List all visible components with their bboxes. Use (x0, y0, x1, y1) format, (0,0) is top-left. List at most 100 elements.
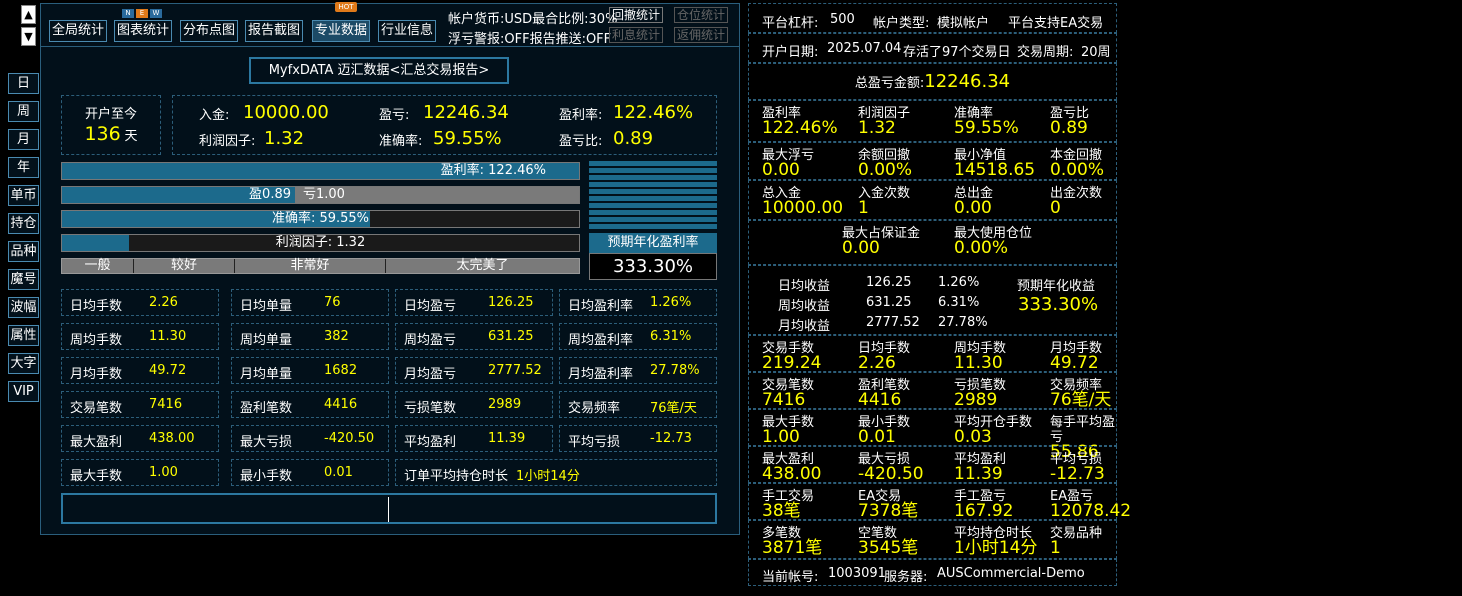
sidebar-properties-button[interactable]: 属性 (8, 325, 39, 346)
stat-value: 1.26% (650, 295, 692, 310)
metric-cell: 周均手数 11.30 (954, 341, 1006, 373)
stat-value: 631.25 (488, 329, 534, 344)
scroll-up-button[interactable]: ▲ (21, 5, 36, 24)
stat-value: 27.78% (650, 363, 700, 378)
nav-distribution-chart-button[interactable]: 分布点图 (180, 20, 238, 42)
metric-value: 122.46% (762, 118, 838, 138)
profit-factor-bar: 利润因子: 1.32 (61, 234, 580, 252)
nav-report-screenshot-button[interactable]: 报告截图 (245, 20, 303, 42)
stat-value: 1.00 (149, 465, 178, 480)
stack-segment (589, 210, 717, 215)
stat-cell: 最小手数 0.01 (231, 459, 389, 486)
stat-cell: 日均盈亏 126.25 (395, 289, 553, 316)
stat-cell: 交易笔数 7416 (61, 391, 219, 418)
sidebar-day-button[interactable]: 日 (8, 73, 39, 94)
stat-value: 7416 (149, 397, 183, 412)
stat-cell: 日均盈利率 1.26% (559, 289, 717, 316)
position-stats-link[interactable]: 仓位统计 (674, 7, 729, 23)
metric-value: 0.00% (1050, 160, 1105, 180)
stack-segment (589, 182, 717, 187)
metric-value: 1.00 (762, 427, 800, 447)
stat-value: 1682 (324, 363, 358, 378)
metric-cell: 平均盈利 11.39 (954, 452, 1006, 483)
stat-label: 周均手数 (70, 333, 123, 348)
metric-cell: 最小净值 14518.65 (954, 148, 1035, 179)
rebate-stats-link[interactable]: 返佣统计 (674, 27, 729, 43)
metric-cell: 平均开仓手数 0.03 (954, 415, 1032, 446)
sidebar-volatility-button[interactable]: 波幅 (8, 297, 39, 318)
stat-label: 平均亏损 (568, 435, 621, 450)
metric-cell: 交易品种 1 (1050, 526, 1102, 557)
days-unit: 天 (124, 129, 138, 144)
metric-cell: 最大手数 1.00 (762, 415, 814, 447)
stat-value: 0.01 (324, 465, 353, 480)
metric-cell: 盈利笔数 4416 (858, 378, 910, 409)
profit-factor-label: 利润因子: (199, 134, 256, 149)
rating-scale: 一般 较好 非常好 太完美了 (61, 258, 580, 274)
metric-cell: 最小手数 0.01 (858, 415, 910, 446)
stat-label: 最大亏损 (240, 435, 293, 450)
stack-segment (589, 189, 717, 194)
metric-cell: 入金次数 1 (858, 186, 910, 218)
stat-label: 周均盈亏 (404, 333, 457, 348)
metric-value: 11.30 (954, 353, 1003, 373)
win-loss-bar: 盈0.89 亏1.00 (61, 186, 580, 204)
metric-value: 2.26 (858, 353, 896, 373)
metric-value: 1.32 (858, 118, 896, 138)
metric-value: 10000.00 (762, 198, 844, 218)
roi-value: 122.46% (613, 102, 694, 123)
stat-label: 日均单量 (240, 299, 293, 314)
metric-value: 2989 (954, 390, 998, 410)
right-g9-box: 手工交易 38笔 EA交易 7378笔 手工盈亏 167.92 EA盈亏 12078.42 (748, 483, 1131, 521)
metric-value: 12078.42 (1050, 501, 1132, 521)
stat-cell: 平均亏损 -12.73 (559, 425, 717, 452)
metric-label: 每手平均盈亏 (1050, 415, 1116, 445)
stat-value: 4416 (324, 397, 358, 412)
report-title: MyfxDATA 迈汇数据<汇总交易报告> (249, 57, 509, 84)
metric-value: 76笔/天 (1050, 390, 1112, 410)
nav-industry-info-button[interactable]: 行业信息 (378, 20, 436, 42)
sidebar-week-button[interactable]: 周 (8, 101, 39, 122)
sidebar-vip-button[interactable]: VIP (8, 381, 39, 402)
stat-value: 2989 (488, 397, 522, 412)
sidebar-year-button[interactable]: 年 (8, 157, 39, 178)
account-row: 当前帐号: 1003091 服务器: AUSCommercial-Demo (748, 559, 1117, 586)
sidebar-symbols-button[interactable]: 品种 (8, 241, 39, 262)
stat-value: 438.00 (149, 431, 195, 446)
drawdown-stats-link[interactable]: 回撤统计 (609, 7, 664, 23)
profit-value: 12246.34 (423, 102, 509, 123)
metric-value: 167.92 (954, 501, 1014, 521)
stack-segment (589, 217, 717, 222)
stat-label: 日均盈亏 (404, 299, 457, 314)
nav-pro-data-button[interactable]: 专业数据 (312, 20, 370, 42)
nav-chart-stats-button[interactable]: 图表统计 (114, 20, 172, 42)
interest-stats-link[interactable]: 利息统计 (609, 27, 664, 43)
metric-cell: EA盈亏 12078.42 (1050, 489, 1132, 521)
metric-value: 49.72 (1050, 353, 1099, 373)
stat-cell: 最大手数 1.00 (61, 459, 219, 486)
metric-value: 1 (858, 198, 869, 218)
income-value: 2777.52 (866, 315, 920, 330)
sidebar-large-font-button[interactable]: 大字 (8, 353, 39, 374)
sidebar-single-currency-button[interactable]: 单币 (8, 185, 39, 206)
sidebar-month-button[interactable]: 月 (8, 129, 39, 150)
scroll-down-button[interactable]: ▼ (21, 27, 36, 46)
metric-value: 3545笔 (858, 538, 919, 558)
annual-value: 333.30% (589, 253, 717, 280)
metric-value: 38笔 (762, 501, 801, 521)
stat-cell: 周均单量 382 (231, 323, 389, 350)
metric-value: 0.00% (858, 160, 913, 180)
sidebar-positions-button[interactable]: 持仓 (8, 213, 39, 234)
nav-global-stats-button[interactable]: 全局统计 (49, 20, 107, 42)
sidebar-magic-button[interactable]: 魔号 (8, 269, 39, 290)
stat-cell: 最大亏损 -420.50 (231, 425, 389, 452)
stat-value: 11.30 (149, 329, 187, 344)
bottom-input-box[interactable] (61, 493, 717, 524)
stat-label: 周均单量 (240, 333, 293, 348)
hot-badge: HOT (335, 2, 357, 12)
stat-cell: 周均盈亏 631.25 (395, 323, 553, 350)
stat-label: 月均手数 (70, 367, 123, 382)
right-g8-box: 最大盈利 438.00 最大亏损 -420.50 平均盈利 11.39 平均亏损 -12.73 (748, 446, 1117, 483)
stat-value: 49.72 (149, 363, 187, 378)
stat-value: 126.25 (488, 295, 534, 310)
